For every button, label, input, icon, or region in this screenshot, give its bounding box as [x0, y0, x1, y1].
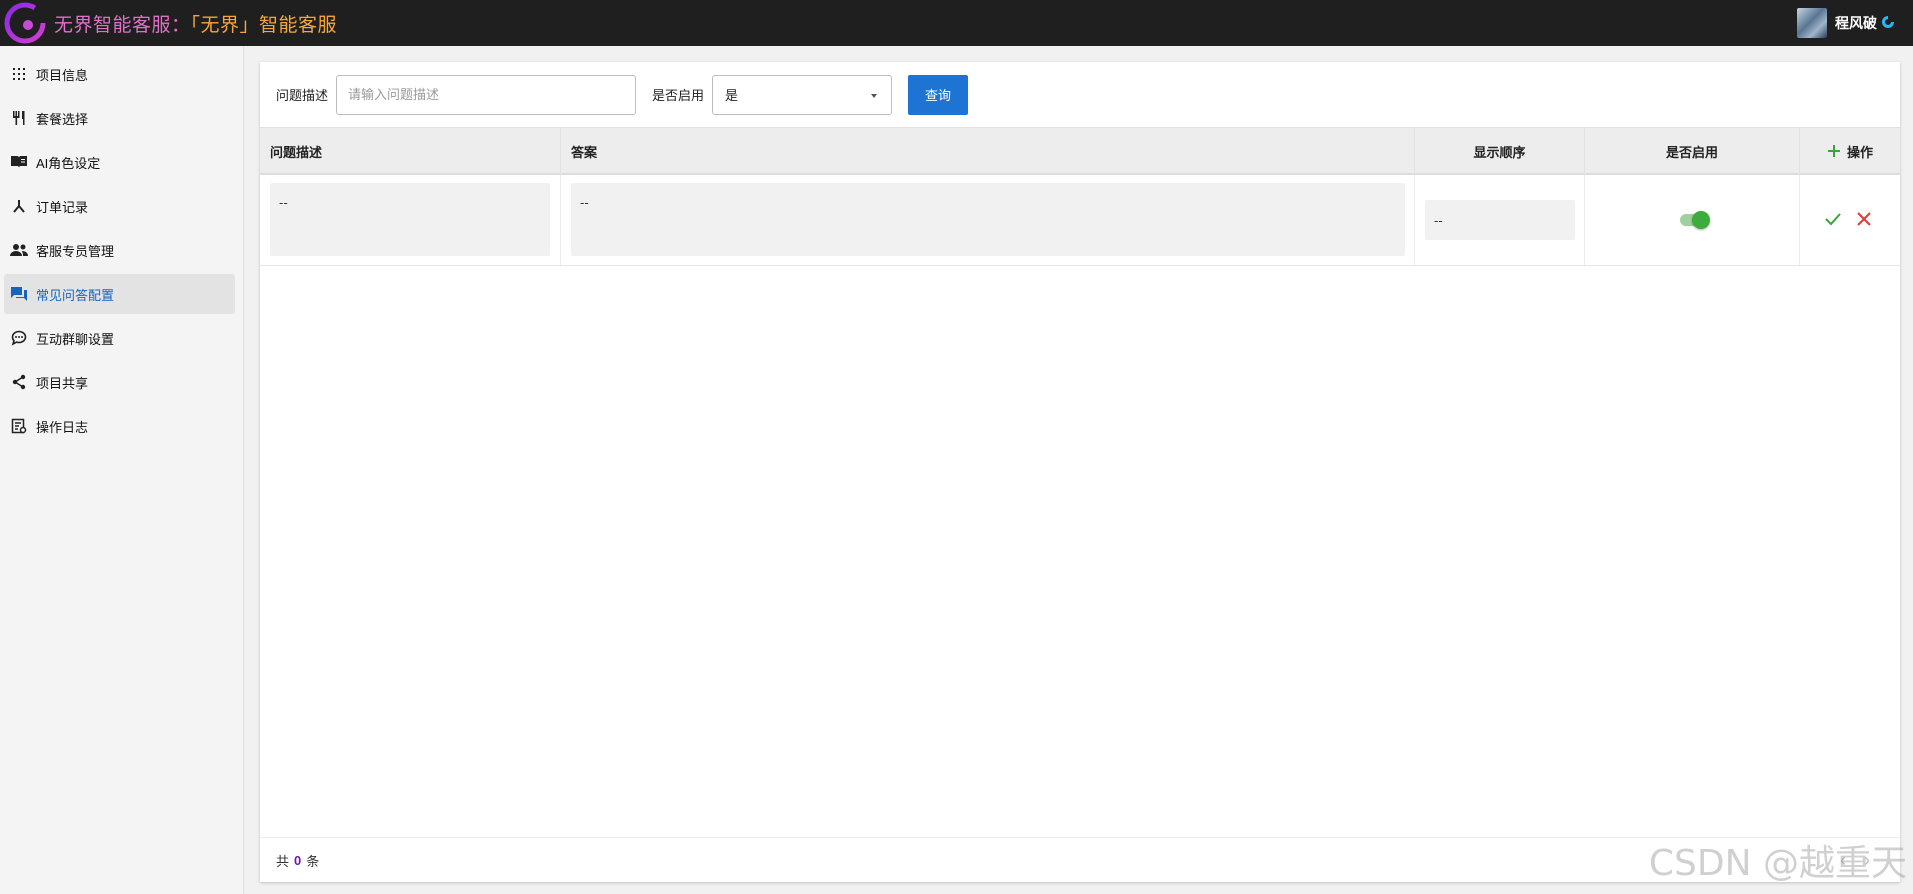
toggle-knob — [1692, 211, 1710, 229]
merge-icon — [8, 195, 30, 217]
column-header-label: 显示顺序 — [1473, 144, 1526, 160]
column-header-question: 问题描述 — [260, 128, 560, 174]
app-title: 无界智能客服：「无界」智能客服 — [54, 10, 337, 37]
answer-editor[interactable]: -- — [571, 183, 1405, 256]
column-header-label: 操作 — [1846, 144, 1873, 160]
answer-cell: -- — [560, 175, 1414, 265]
user-name: 程风破 — [1835, 15, 1877, 31]
cancel-close-icon[interactable] — [1856, 211, 1872, 230]
sidebar-item-label: 常见问答配置 — [36, 287, 115, 303]
enabled-select-value: 是 — [725, 88, 739, 103]
total-prefix: 共 — [276, 853, 290, 869]
sidebar-item-label: 互动群聊设置 — [36, 331, 115, 347]
enabled-select[interactable]: 是 — [712, 74, 893, 115]
log-icon — [8, 415, 30, 437]
column-header-answer: 答案 — [560, 128, 1414, 174]
sidebar-item-label: AI角色设定 — [36, 155, 101, 171]
enabled-toggle[interactable] — [1678, 211, 1712, 229]
pagination: ‹ › — [1840, 850, 1870, 871]
sidebar-item-faq[interactable]: 常见问答配置 — [4, 274, 235, 314]
column-header-order: 显示顺序 — [1414, 128, 1584, 174]
sidebar-item-group-chat[interactable]: 互动群聊设置 — [4, 318, 235, 358]
actions-cell — [1799, 175, 1900, 265]
order-input[interactable]: -- — [1425, 200, 1575, 240]
column-header-actions: 操作 — [1799, 128, 1900, 174]
sidebar: 项目信息 套餐选择 AI角色设定 订单记录 客服专员管理 常见问答配置 互动群聊… — [0, 46, 244, 894]
sidebar-item-ai-role[interactable]: AI角色设定 — [4, 142, 235, 182]
query-button[interactable]: 查询 — [908, 74, 969, 115]
question-cell: -- — [260, 175, 560, 265]
filter-bar: 问题描述 是否启用 是 查询 — [260, 62, 1900, 127]
sidebar-item-label: 操作日志 — [36, 419, 89, 435]
total-suffix: 条 — [306, 853, 320, 869]
people-icon — [8, 239, 30, 261]
column-header-label: 答案 — [571, 144, 598, 160]
add-row-icon[interactable] — [1827, 144, 1841, 158]
column-header-label: 问题描述 — [270, 144, 323, 160]
sidebar-item-label: 套餐选择 — [36, 111, 89, 127]
order-cell: -- — [1414, 175, 1584, 265]
app-logo-icon — [4, 2, 46, 44]
column-header-enabled: 是否启用 — [1584, 128, 1799, 174]
caret-down-icon — [871, 93, 878, 98]
sidebar-item-logs[interactable]: 操作日志 — [4, 406, 235, 446]
sidebar-item-package[interactable]: 套餐选择 — [4, 98, 235, 138]
table-header: 问题描述 答案 显示顺序 是否启用 操作 — [260, 127, 1900, 175]
column-header-label: 是否启用 — [1665, 144, 1718, 160]
sidebar-item-agents[interactable]: 客服专员管理 — [4, 230, 235, 270]
sidebar-item-label: 订单记录 — [36, 199, 89, 215]
faq-config-panel: 问题描述 是否启用 是 查询 问题描述 答案 显示顺序 是否启用 操作 — [260, 62, 1900, 882]
user-menu[interactable]: 程风破 — [1797, 8, 1895, 38]
utensils-icon — [8, 107, 30, 129]
app-title-prefix: 无界智能客服： — [54, 13, 191, 36]
confirm-check-icon[interactable] — [1824, 211, 1842, 230]
avatar[interactable] — [1797, 8, 1827, 38]
prev-page-icon[interactable]: ‹ — [1840, 850, 1846, 871]
sidebar-item-label: 项目共享 — [36, 375, 89, 391]
top-bar: 无界智能客服：「无界」智能客服 程风破 — [0, 0, 1913, 46]
app-title-name: 「无界」智能客服 — [190, 13, 338, 36]
sidebar-item-label: 项目信息 — [36, 67, 89, 83]
enabled-filter-label: 是否启用 — [652, 88, 705, 103]
book-icon — [8, 151, 30, 173]
total-count: 0 — [294, 852, 302, 868]
user-badge-icon — [1881, 15, 1895, 32]
question-editor[interactable]: -- — [270, 183, 550, 256]
comment-dots-icon — [8, 327, 30, 349]
sidebar-item-project-info[interactable]: 项目信息 — [4, 54, 235, 94]
sidebar-item-share[interactable]: 项目共享 — [4, 362, 235, 402]
chat-icon — [8, 283, 30, 305]
sidebar-item-label: 客服专员管理 — [36, 243, 115, 259]
enabled-cell — [1584, 175, 1799, 265]
sidebar-item-orders[interactable]: 订单记录 — [4, 186, 235, 226]
grid-dots-icon — [8, 63, 30, 85]
table-row: -- -- -- — [260, 175, 1900, 266]
share-icon — [8, 371, 30, 393]
question-filter-label: 问题描述 — [276, 88, 329, 103]
next-page-icon[interactable]: › — [1864, 850, 1870, 871]
question-search-input[interactable] — [336, 74, 637, 115]
table-footer: 共 0 条 ‹ › — [260, 837, 1900, 882]
